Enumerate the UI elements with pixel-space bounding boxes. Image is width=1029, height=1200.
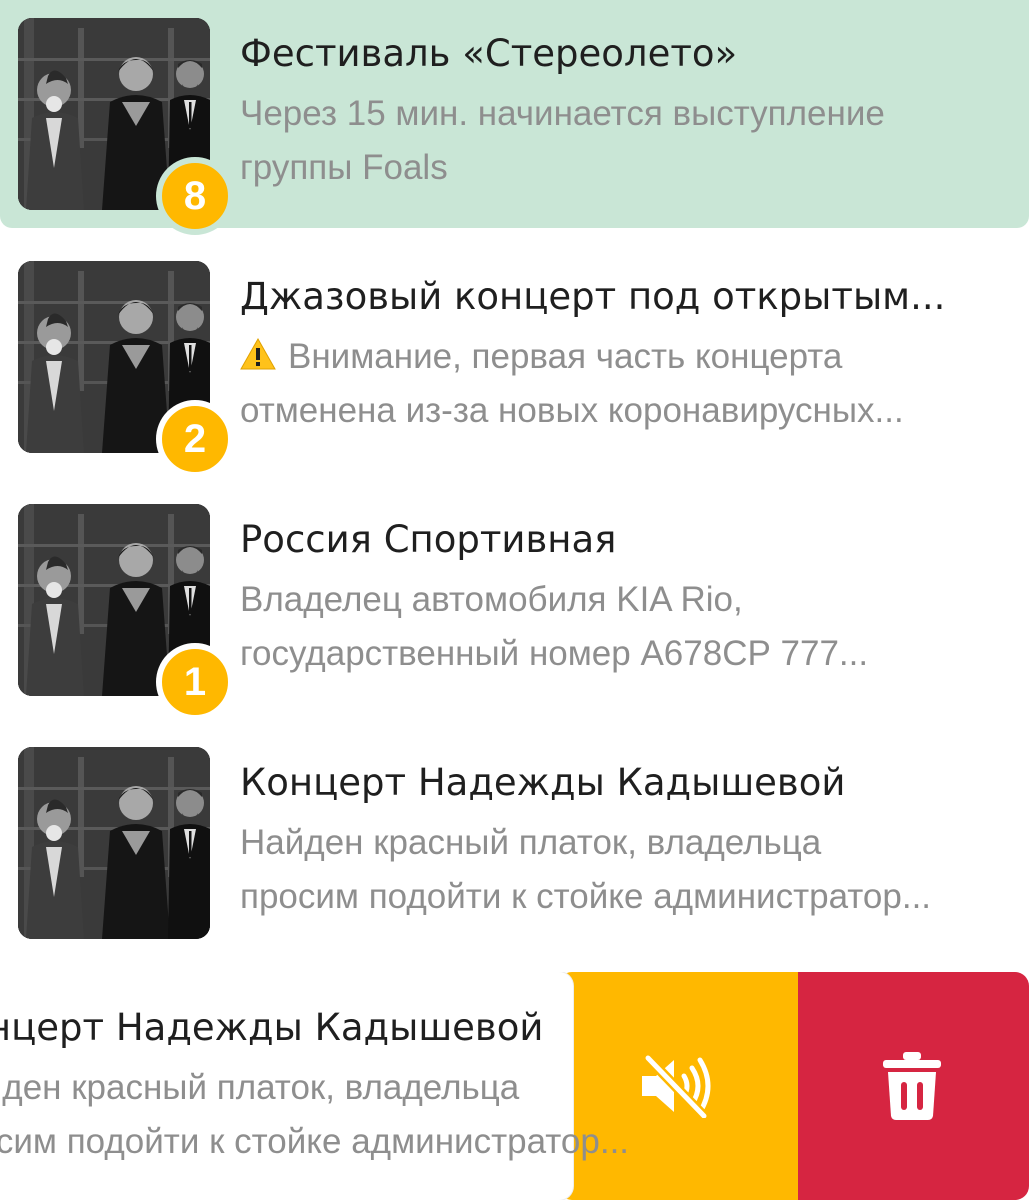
warning-text: Внимание, первая часть концерта — [288, 337, 843, 376]
chat-preview-line: государственный номер А678СР 777... — [240, 634, 869, 673]
unread-badge: 8 — [156, 157, 234, 235]
swiped-chat-row[interactable]: Концерт Надежды Кадышевой Найден красный… — [0, 972, 1029, 1200]
trash-icon — [883, 1052, 941, 1120]
mute-icon — [642, 1054, 711, 1118]
chat-preview-line: отменена из-за новых коронавирусных... — [240, 391, 904, 430]
chat-row-stereoleto[interactable]: 8 Фестиваль «Стереолето» Через 15 мин. н… — [0, 0, 1029, 235]
chat-title: Джазовый концерт под открытым... — [240, 275, 946, 318]
chat-preview-line: Через 15 мин. начинается выступление — [240, 94, 885, 133]
delete-button[interactable] — [795, 972, 1029, 1200]
chat-preview-line: Владелец автомобиля KIA Rio, — [240, 580, 743, 619]
chat-title: Россия Спортивная — [240, 518, 617, 561]
chat-avatar — [18, 747, 210, 939]
chat-title: Концерт Надежды Кадышевой — [240, 761, 846, 804]
chat-preview-line: Найден красный платок, владельца — [240, 823, 822, 862]
unread-badge: 1 — [156, 643, 234, 721]
chat-row-jazz[interactable]: 2 Джазовый концерт под открытым... Внима… — [0, 243, 1029, 478]
chat-preview-line: Внимание, первая часть концерта — [240, 337, 1020, 377]
warning-icon — [240, 338, 276, 370]
chat-preview-line: Найден красный платок, владельца — [0, 1068, 520, 1107]
chat-title: Фестиваль «Стереолето» — [240, 32, 738, 75]
chat-row-kadysheva[interactable]: Концерт Надежды Кадышевой Найден красный… — [0, 729, 1029, 957]
swiped-chat-card[interactable]: Концерт Надежды Кадышевой Найден красный… — [0, 972, 629, 1200]
chat-preview-line: просим подойти к стойке администратор... — [0, 1122, 630, 1161]
chat-row-russia-sport[interactable]: 1 Россия Спортивная Владелец автомобиля … — [0, 486, 1029, 721]
mute-button[interactable] — [558, 972, 798, 1200]
chat-preview-line: группы Foals — [240, 148, 448, 187]
chat-title: Концерт Надежды Кадышевой — [0, 1006, 544, 1049]
unread-badge: 2 — [156, 400, 234, 478]
photo-avatar-image — [18, 747, 210, 939]
chat-preview-line: просим подойти к стойке администратор... — [240, 877, 932, 916]
